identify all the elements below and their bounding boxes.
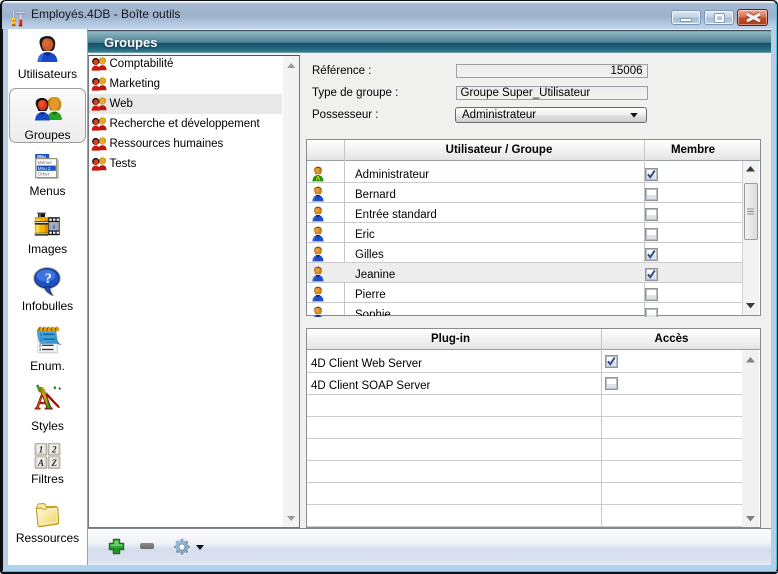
svg-text:Other: Other: [38, 172, 50, 177]
svg-text:Menus: Menus: [38, 160, 52, 165]
svg-text:?: ?: [45, 271, 52, 287]
svg-text:1: 1: [38, 445, 43, 455]
svg-text:Mnu 2: Mnu 2: [38, 166, 51, 171]
svg-text:Z: Z: [50, 458, 57, 468]
svg-text:2: 2: [50, 445, 56, 455]
svg-text:A: A: [36, 458, 43, 468]
